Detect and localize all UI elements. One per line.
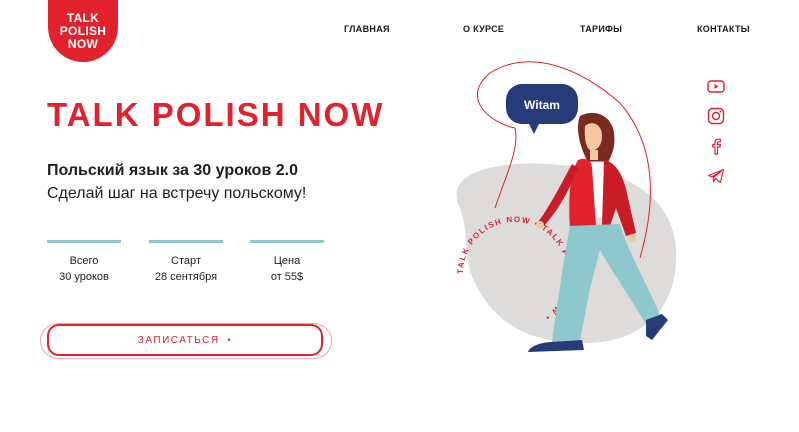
- logo-line-1: TALK: [66, 10, 100, 25]
- logo-line-2: POLISH: [59, 23, 107, 38]
- stat-start-date: Старт 28 сентября: [149, 240, 223, 285]
- stat-value: 30 уроков: [59, 271, 109, 283]
- stat-value: от 55$: [270, 271, 304, 283]
- nav-about-course[interactable]: О КУРСЕ: [463, 24, 504, 34]
- stat-label: Цена: [273, 255, 301, 267]
- signup-button-dot: •: [227, 335, 233, 345]
- hero-title: TALK POLISH NOW: [47, 96, 385, 133]
- stat-bar: [47, 240, 121, 243]
- facebook-icon: [712, 138, 721, 155]
- hero-tagline: Сделай шаг на встречу польскому!: [47, 185, 307, 202]
- telegram-icon: [707, 168, 725, 184]
- stat-total-lessons: Всего 30 уроков: [47, 240, 121, 285]
- stat-label: Старт: [171, 255, 201, 267]
- stat-bar: [250, 240, 324, 243]
- speech-bubble-text: Witam: [524, 98, 560, 112]
- nav-home[interactable]: ГЛАВНАЯ: [344, 24, 390, 34]
- youtube-link[interactable]: [706, 76, 726, 96]
- signup-button-label: ЗАПИСАТЬСЯ: [137, 334, 220, 346]
- telegram-link[interactable]: [706, 166, 726, 186]
- facebook-link[interactable]: [706, 136, 726, 156]
- nav-contacts[interactable]: КОНТАКТЫ: [697, 24, 750, 34]
- stat-price: Цена от 55$: [250, 240, 324, 285]
- instagram-icon: [707, 107, 725, 125]
- logo[interactable]: TALK POLISH NOW: [48, 0, 118, 62]
- speech-bubble: Witam: [506, 84, 578, 134]
- hero-illustration: Witam TALK POLISH NOW • TALK POLISH NOW …: [456, 61, 677, 352]
- logo-line-3: NOW: [67, 36, 99, 51]
- stat-label: Всего: [69, 255, 99, 267]
- hero-subtitle: Польский язык за 30 уроков 2.0: [47, 162, 298, 179]
- stat-bar: [149, 240, 223, 243]
- nav-pricing[interactable]: ТАРИФЫ: [580, 24, 622, 34]
- instagram-link[interactable]: [706, 106, 726, 126]
- youtube-icon: [707, 80, 725, 93]
- stat-value: 28 сентября: [154, 271, 218, 283]
- signup-button[interactable]: ЗАПИСАТЬСЯ •: [47, 324, 323, 356]
